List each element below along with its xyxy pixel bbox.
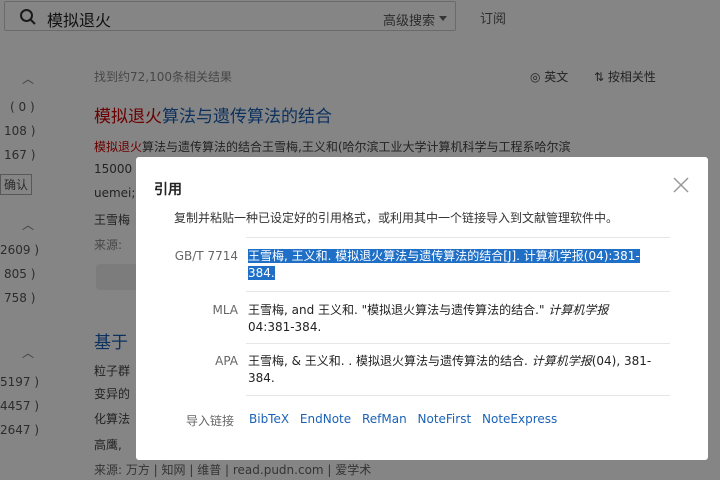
citation-apa[interactable]: 王雪梅, & 王义和. . 模拟退火算法与遗传算法的结合. 计算机学报(04),… [248,353,662,387]
divider [246,395,670,396]
endnote-link[interactable]: EndNote [300,412,351,426]
notefirst-link[interactable]: NoteFirst [418,412,472,426]
noteexpress-link[interactable]: NoteExpress [482,412,557,426]
citation-gbt7714[interactable]: 王雪梅, 王义和. 模拟退火算法与遗传算法的结合[J]. 计算机学报(04):3… [248,248,662,282]
watermark: 知乎 @异教徒 [570,442,678,462]
refman-link[interactable]: RefMan [362,412,407,426]
bibtex-link[interactable]: BibTeX [249,412,289,426]
import-links: BibTeX EndNote RefMan NoteFirst NoteExpr… [249,412,564,426]
dialog-title: 引用 [154,182,182,198]
citation-dialog: 引用 复制并粘贴一种已设定好的引用格式，或利用其中一个链接导入到文献管理软件中。… [136,157,708,460]
citation-mla[interactable]: 王雪梅, and 王义和. "模拟退火算法与遗传算法的结合." 计算机学报 04:… [248,302,662,336]
close-icon[interactable] [672,176,690,194]
citation-format-label: APA [215,354,238,368]
divider [246,237,670,238]
divider [246,343,670,344]
dialog-instruction: 复制并粘贴一种已设定好的引用格式，或利用其中一个链接导入到文献管理软件中。 [174,211,619,225]
import-links-label: 导入链接 [186,414,235,428]
citation-format-label: GB/T 7714 [174,249,238,263]
divider [246,291,670,292]
citation-format-label: MLA [212,303,238,317]
